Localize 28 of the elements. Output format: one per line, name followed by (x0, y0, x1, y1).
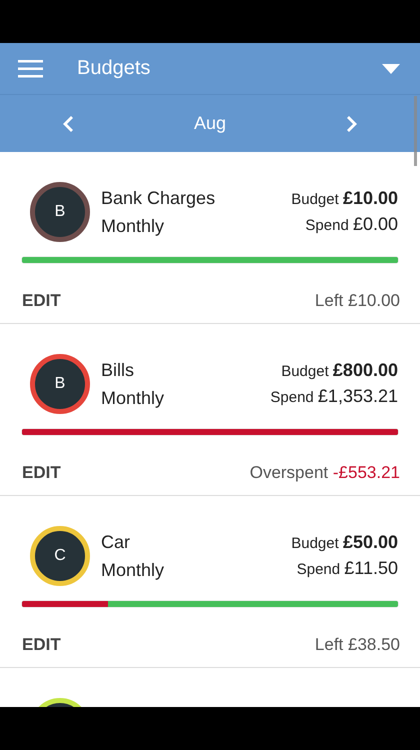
remaining-amount: Left £38.50 (314, 635, 400, 655)
category-avatar: B (30, 182, 90, 242)
category-avatar: B (30, 354, 90, 414)
edit-button[interactable]: EDIT (22, 291, 61, 311)
page-title: Budgets (77, 57, 152, 80)
budget-name: Car (101, 531, 132, 554)
budget-period: Monthly (101, 215, 166, 238)
budget-amount: Budget £10.00 (291, 187, 398, 210)
spend-amount: Spend £1,353.21 (270, 385, 398, 408)
budget-period: Monthly (101, 387, 166, 410)
edit-button[interactable]: EDIT (22, 635, 61, 655)
edit-button[interactable]: EDIT (22, 463, 61, 483)
budget-period: Monthly (101, 559, 166, 582)
next-month-icon[interactable] (346, 114, 358, 132)
budget-amount: Budget £800.00 (280, 359, 398, 382)
menu-icon[interactable] (18, 60, 43, 78)
remaining-amount: Overspent -£553.21 (250, 463, 400, 483)
previous-month-icon[interactable] (62, 114, 74, 132)
remaining-amount: Left £10.00 (314, 291, 400, 311)
scrollbar (414, 96, 417, 166)
budget-amount: Budget £50.00 (291, 531, 398, 554)
budget-name: Bills (101, 359, 136, 382)
month-label: Aug (194, 113, 226, 134)
budget-name: Bank Charges (101, 187, 216, 210)
spend-amount: Spend £11.50 (296, 557, 398, 580)
category-avatar: C (30, 526, 90, 586)
spend-amount: Spend £0.00 (304, 213, 398, 236)
dropdown-caret-icon[interactable] (382, 64, 400, 74)
